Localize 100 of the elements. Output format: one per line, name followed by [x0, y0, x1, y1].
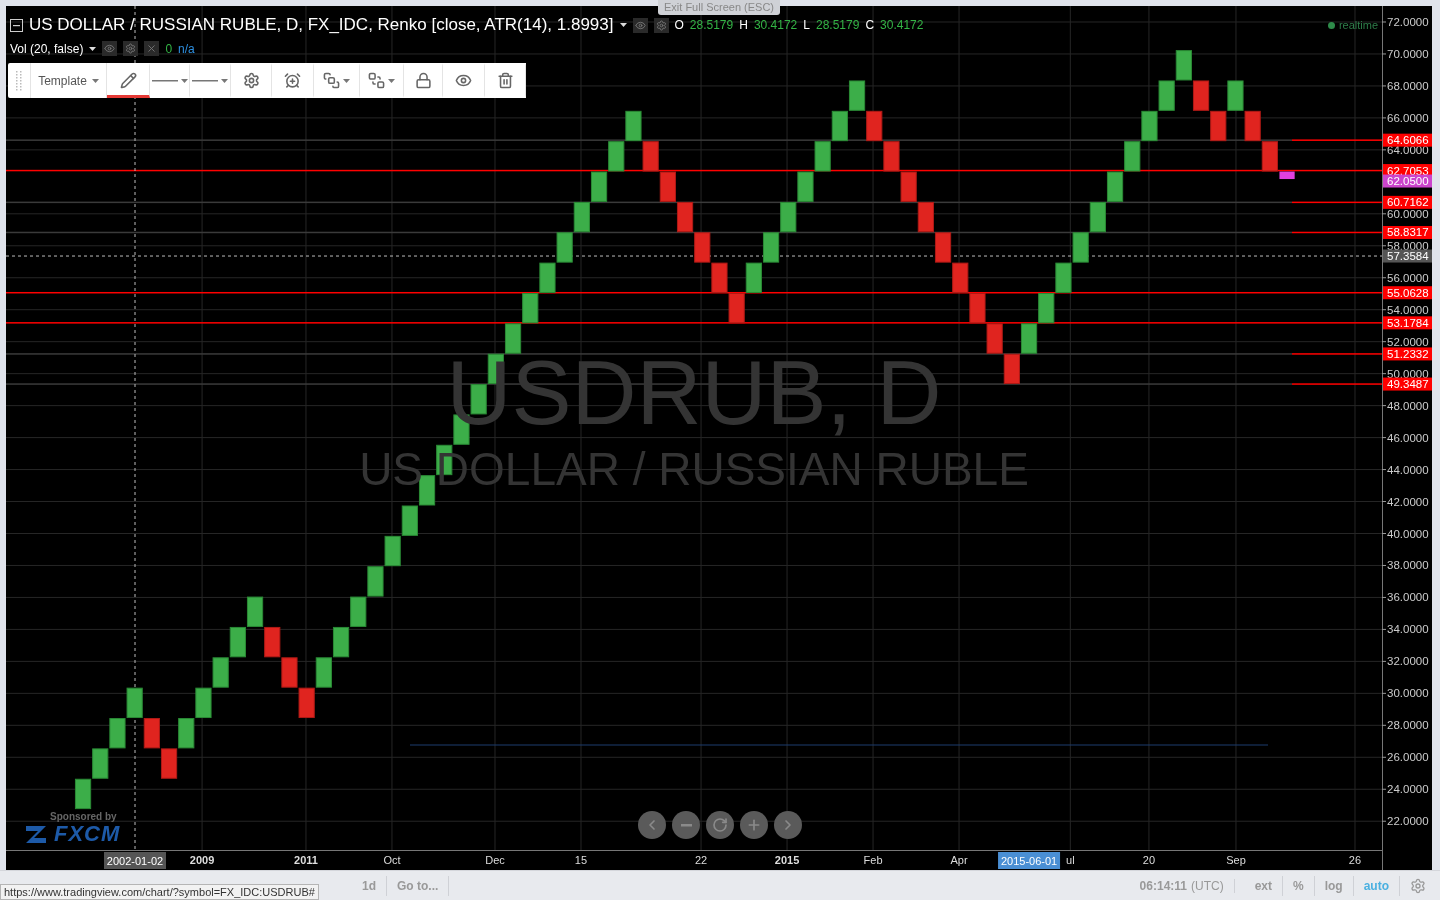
- price-tag: 53.1784: [1383, 316, 1432, 330]
- price-label: 54.0000: [1381, 303, 1429, 316]
- price-label: 40.0000: [1381, 527, 1429, 540]
- price-label: 36.0000: [1381, 591, 1429, 604]
- price-label: 58.0000: [1381, 239, 1429, 252]
- eye-icon: [104, 43, 116, 54]
- plus-icon: [746, 817, 762, 833]
- sponsor-caption: Sponsored by: [50, 811, 117, 822]
- url-tooltip: https://www.tradingview.com/chart/?symbol=FX_IDC:USDRUB#: [0, 884, 319, 900]
- price-label: 28.0000: [1381, 719, 1429, 732]
- crosshair-price-tag: 57.3584: [1383, 249, 1432, 263]
- price-label: 46.0000: [1381, 431, 1429, 444]
- exit-fullscreen-button[interactable]: Exit Full Screen (ESC): [658, 0, 781, 15]
- pencil-tool[interactable]: [107, 63, 150, 98]
- settings-icon: [242, 72, 260, 89]
- price-label: 42.0000: [1381, 495, 1429, 508]
- price-label: 52.0000: [1381, 335, 1429, 348]
- ohlc-value: 30.4172: [880, 18, 924, 32]
- price-label: 22.0000: [1381, 815, 1429, 828]
- settings-icon: [1410, 877, 1426, 894]
- price-tag: 55.0628: [1383, 286, 1432, 300]
- ohlc-label: L: [803, 18, 810, 32]
- time-label: ul: [1066, 854, 1075, 866]
- lock-icon: [414, 72, 432, 89]
- scale-toggle[interactable]: log: [1314, 875, 1354, 896]
- clock: 06:14:11: [1139, 878, 1187, 893]
- trash-icon: [496, 72, 514, 89]
- price-label: 34.0000: [1381, 623, 1429, 636]
- reset-button[interactable]: [706, 811, 734, 839]
- eye-button[interactable]: [102, 41, 118, 56]
- price-tag: 51.2332: [1383, 347, 1432, 361]
- price-label: 30.0000: [1381, 687, 1429, 700]
- stacked-squares-icon: [368, 72, 385, 89]
- current-price-marker: [1279, 171, 1295, 180]
- price-label: 24.0000: [1381, 783, 1429, 796]
- caret-icon: [89, 46, 97, 51]
- time-label: Dec: [485, 854, 505, 866]
- crosshair-date-tag: 2002-01-02: [104, 852, 166, 869]
- time-label: Sep: [1226, 854, 1246, 866]
- forward-button[interactable]: [774, 811, 802, 839]
- line-icon: [192, 79, 218, 82]
- settings-button[interactable]: [653, 17, 669, 33]
- scale-toggle[interactable]: %: [1283, 875, 1315, 896]
- time-label: 2009: [189, 854, 215, 866]
- settings-button[interactable]: [123, 41, 139, 56]
- realtime-status: realtime: [1327, 19, 1378, 31]
- goto-button[interactable]: Go to...: [387, 875, 450, 896]
- line-width-dropdown[interactable]: [190, 63, 231, 98]
- caret-icon: [619, 23, 627, 27]
- drag-handle-icon[interactable]: [16, 70, 22, 91]
- price-label: 72.0000: [1381, 16, 1429, 28]
- price-label: 32.0000: [1381, 655, 1429, 668]
- gear-icon: [655, 19, 667, 31]
- date-tag: 2015-06-01: [998, 852, 1061, 869]
- ohlc-label: H: [739, 18, 748, 32]
- logo-icon: [24, 823, 48, 845]
- price-label: 56.0000: [1381, 271, 1429, 284]
- timezone: (UTC): [1191, 878, 1235, 893]
- symbol-title: US DOLLAR / RUSSIAN RUBLE, D, FX_IDC, Renko [close, ATR(14), 1.8993]: [29, 15, 614, 35]
- price-label: 44.0000: [1381, 463, 1429, 476]
- time-label: Oct: [383, 854, 401, 866]
- zoom-out-button[interactable]: [672, 811, 700, 839]
- time-label: 15: [574, 854, 588, 866]
- back-button[interactable]: [638, 811, 666, 839]
- time-label: 2011: [294, 854, 318, 866]
- close-button[interactable]: [144, 41, 160, 56]
- sponsor-logo: FXCM: [54, 822, 121, 846]
- time-label: 2015: [774, 854, 800, 866]
- caret-icon: [343, 78, 350, 83]
- caret-icon: [388, 78, 395, 83]
- reset-icon: [712, 817, 728, 833]
- indicator-value: n/a: [178, 41, 195, 56]
- zoom-in-button[interactable]: [740, 811, 768, 839]
- time-label: Apr: [950, 854, 968, 866]
- ohlc-label: C: [865, 18, 875, 32]
- ohlc-value: 28.5179: [689, 18, 734, 32]
- scale-toggle[interactable]: ext: [1244, 875, 1283, 896]
- eye-button[interactable]: [632, 17, 648, 33]
- stacked-squares-icon: [323, 72, 340, 89]
- price-label: 50.0000: [1381, 367, 1429, 380]
- time-label: 22: [694, 854, 708, 866]
- time-label: Feb: [863, 854, 883, 866]
- price-label: 66.0000: [1381, 111, 1429, 124]
- price-label: 26.0000: [1381, 751, 1429, 764]
- price-label: 60.0000: [1381, 207, 1429, 220]
- range-button[interactable]: 1d: [352, 875, 387, 896]
- gear-icon: [125, 43, 137, 54]
- line-style-dropdown[interactable]: [150, 63, 190, 98]
- scale-toggle[interactable]: auto: [1353, 875, 1400, 896]
- price-label: 70.0000: [1381, 47, 1429, 60]
- ohlc-label: O: [674, 18, 684, 32]
- close-icon: [146, 43, 158, 54]
- indicator-title: Vol (20, false): [10, 41, 84, 56]
- eye-icon: [455, 72, 472, 89]
- price-label: 68.0000: [1381, 79, 1429, 92]
- ohlc-value: 30.4172: [753, 18, 798, 32]
- eye-icon: [634, 19, 646, 31]
- line-icon: [151, 79, 178, 82]
- collapse-icon[interactable]: [10, 18, 23, 32]
- minus-icon: [680, 823, 692, 827]
